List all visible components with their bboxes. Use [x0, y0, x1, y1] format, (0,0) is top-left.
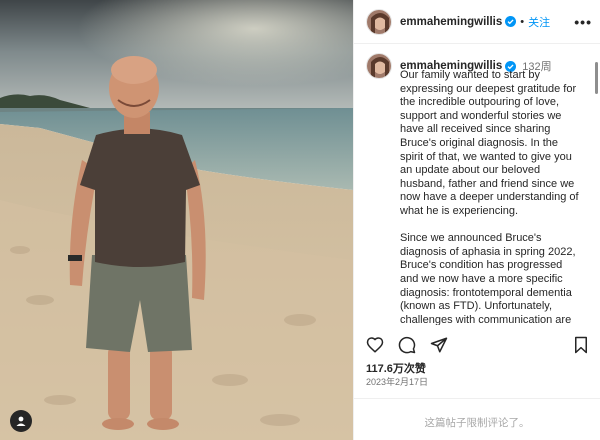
post-header: emmahemingwillis • 关注 •••: [354, 0, 600, 44]
caption-paragraph: Our family wanted to start by expressing…: [400, 69, 579, 217]
more-options-button[interactable]: •••: [574, 14, 592, 30]
caption-paragraph: Since we announced Bruce's diagnosis of …: [400, 232, 576, 325]
avatar[interactable]: [366, 8, 392, 35]
beach-photo-image: [0, 0, 353, 440]
comments-disabled-notice: 这篇帖子限制评论了。: [424, 417, 530, 429]
avatar-image: [367, 9, 391, 34]
verified-badge-icon: [505, 16, 517, 27]
caption-scroll-area[interactable]: emmahemingwillis 132周 Our family wanted …: [354, 45, 600, 325]
heart-icon[interactable]: [366, 336, 384, 354]
post-date[interactable]: 2023年2月17日: [366, 375, 428, 388]
avatar-image: [367, 54, 391, 78]
share-icon[interactable]: [430, 336, 448, 354]
user-tag-icon: [16, 416, 26, 426]
follow-button[interactable]: 关注: [528, 14, 550, 30]
divider: [354, 398, 600, 399]
header-username[interactable]: emmahemingwillis: [400, 16, 502, 28]
post-photo[interactable]: [0, 0, 353, 440]
instagram-post-view: emmahemingwillis • 关注 ••• emmahemingwill…: [0, 0, 600, 440]
post-side-panel: emmahemingwillis • 关注 ••• emmahemingwill…: [353, 0, 600, 440]
caption-text: Our family wanted to start by expressing…: [400, 69, 583, 325]
caption-scrollbar[interactable]: [595, 62, 598, 94]
action-bar: [366, 334, 590, 356]
caption-avatar[interactable]: [366, 53, 392, 79]
bookmark-icon[interactable]: [572, 336, 590, 354]
comment-icon[interactable]: [398, 336, 416, 354]
separator-dot: •: [520, 15, 525, 28]
tagged-user-button[interactable]: [10, 410, 32, 432]
likes-count[interactable]: 117.6万次赞: [366, 360, 426, 376]
